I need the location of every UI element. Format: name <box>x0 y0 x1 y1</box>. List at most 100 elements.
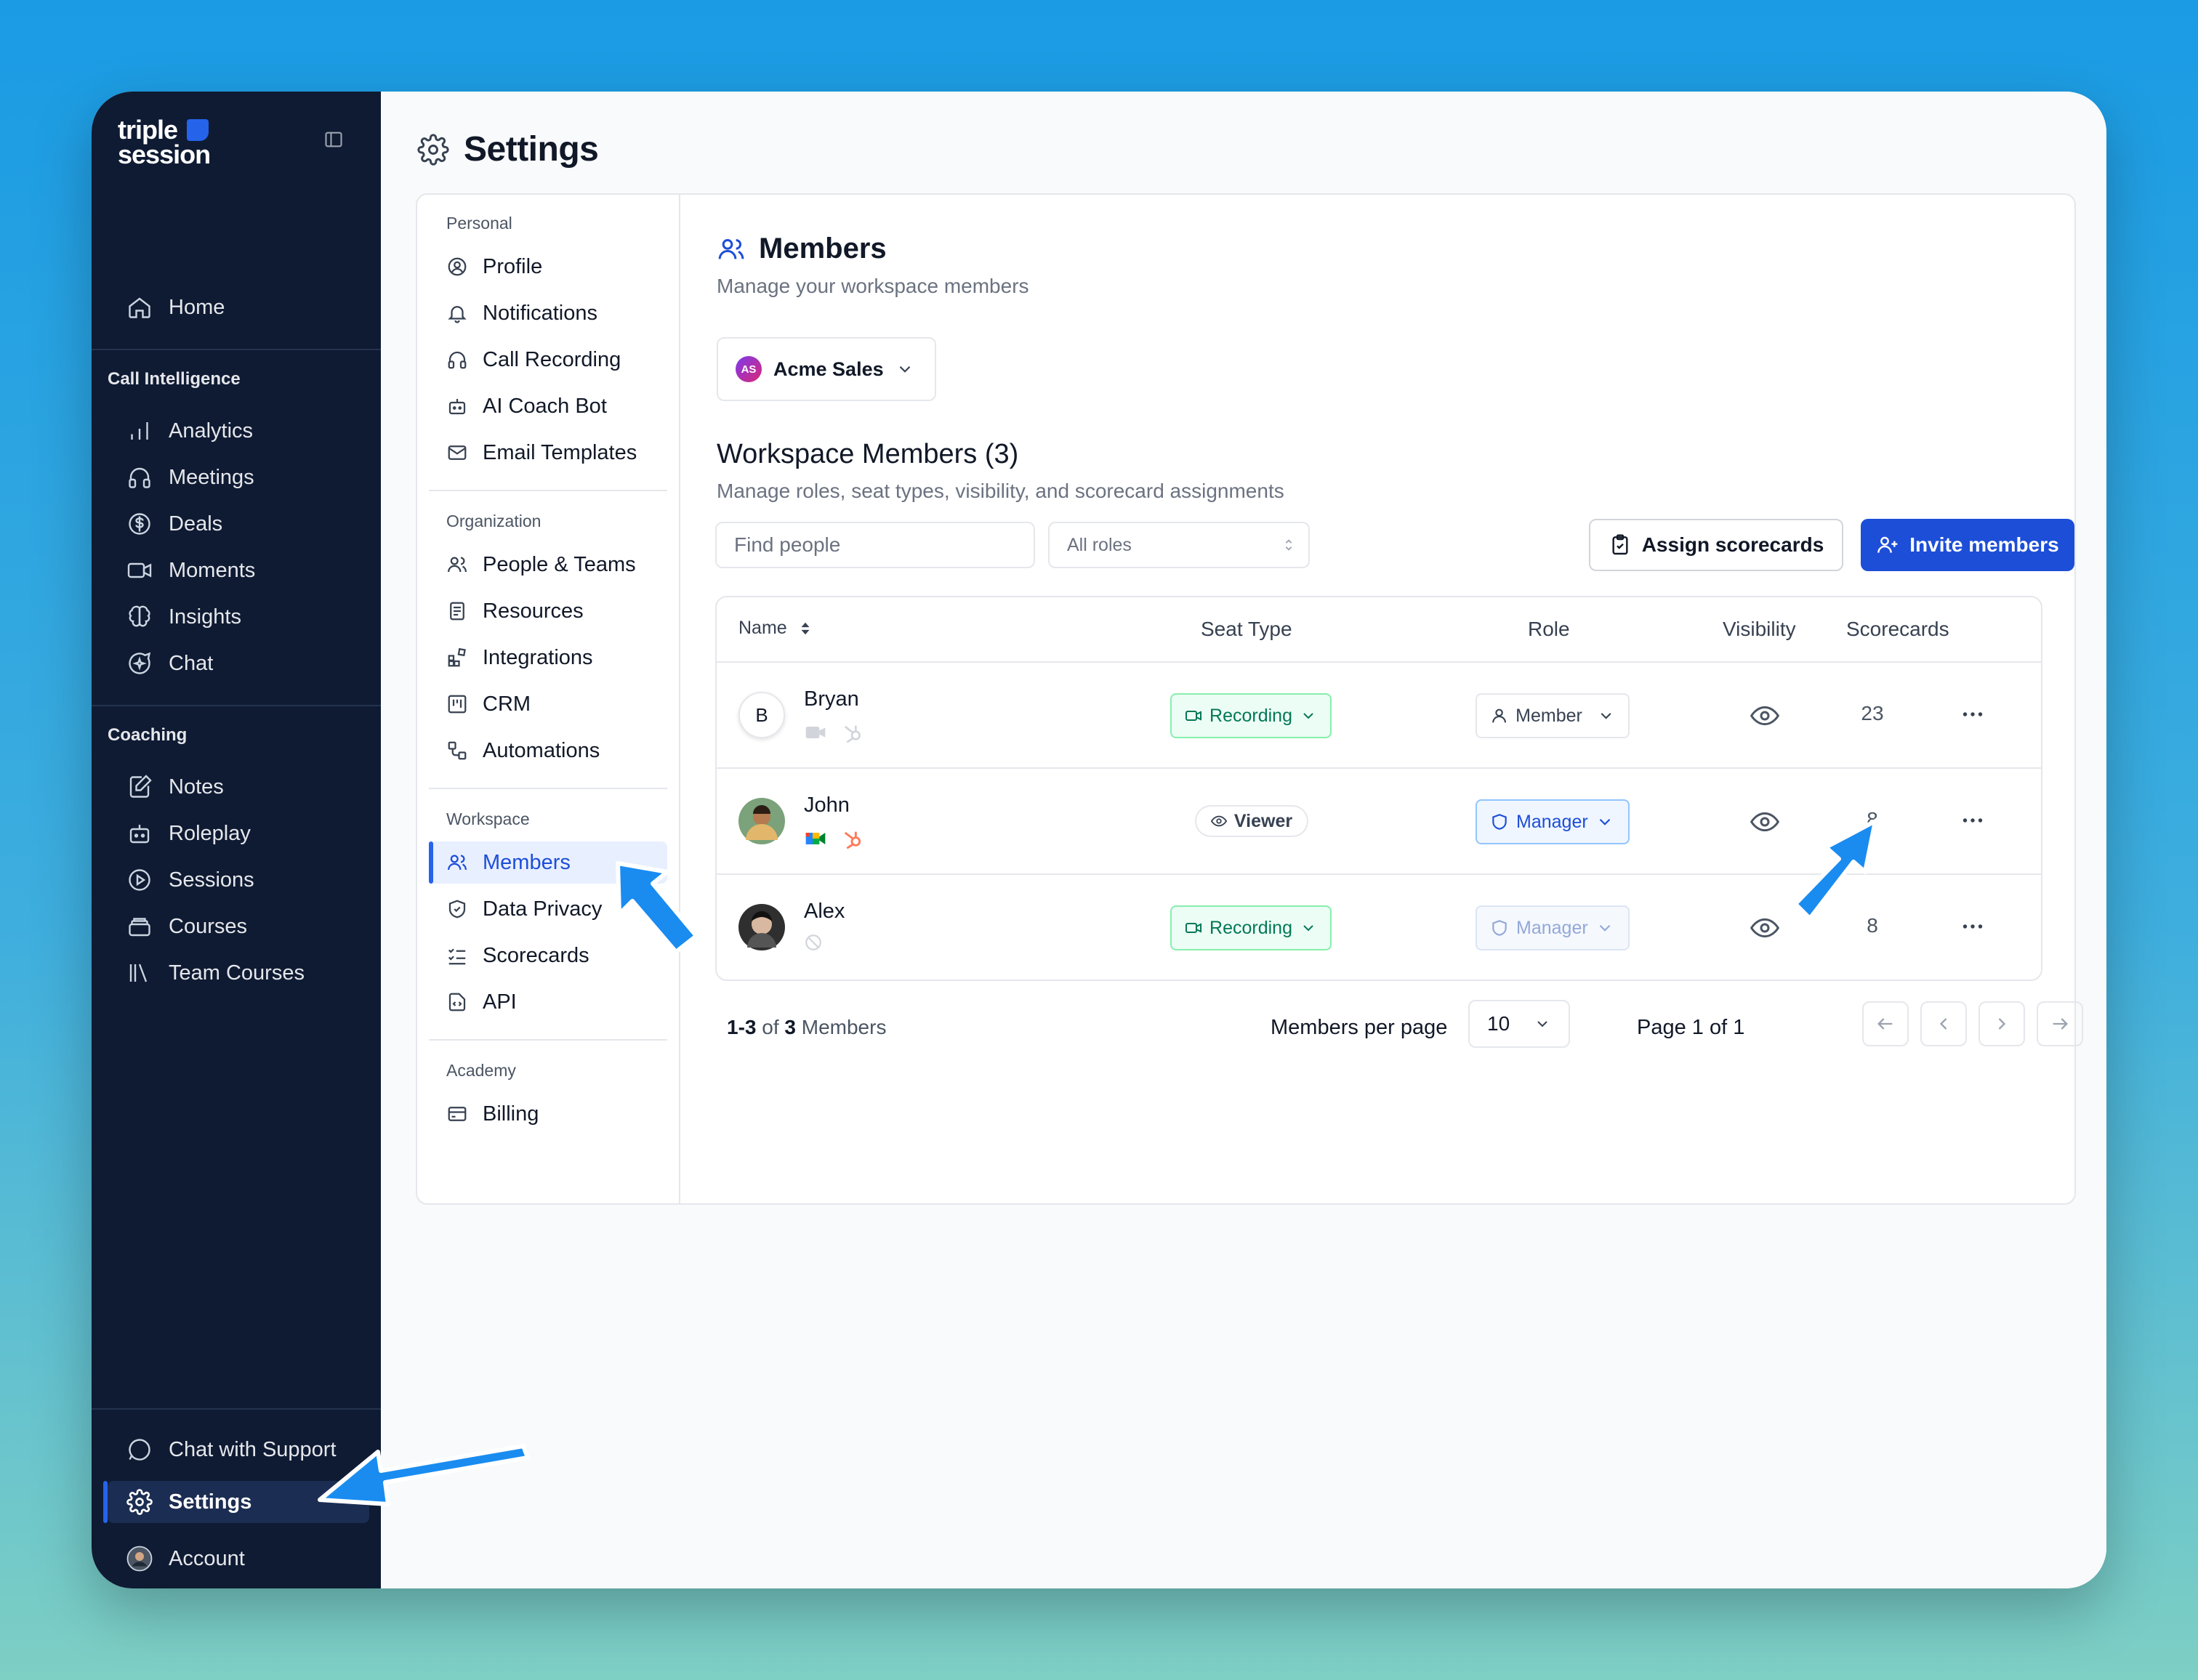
arrow-right-icon <box>2053 1018 2068 1030</box>
table-row[interactable]: B Bryan Recording Member 23 <box>717 663 2041 769</box>
user-icon <box>1492 708 1507 723</box>
sidebar-item-chat[interactable]: Chat <box>108 642 369 684</box>
last-page-button[interactable] <box>2037 1001 2083 1046</box>
sidebar-item-sessions[interactable]: Sessions <box>108 859 369 901</box>
chat-sparkle-icon <box>129 652 151 674</box>
member-name: John <box>804 793 850 817</box>
seat-type-dropdown[interactable]: Recording <box>1170 905 1332 950</box>
settings-divider <box>429 490 667 491</box>
sidebar-item-team-courses[interactable]: Team Courses <box>108 952 369 994</box>
prev-page-button[interactable] <box>1920 1001 1967 1046</box>
bar-chart-icon <box>131 422 148 440</box>
next-page-button[interactable] <box>1978 1001 2025 1046</box>
sidebar-item-chat-support[interactable]: Chat with Support <box>108 1429 369 1471</box>
main-area: Settings Personal Profile Notifications … <box>381 92 2106 1588</box>
find-people-field[interactable] <box>715 522 1035 568</box>
avatar: B <box>738 692 785 738</box>
members-content: Members Manage your workspace members AS… <box>680 195 2083 1203</box>
sidebar-item-settings[interactable]: Settings <box>103 1481 369 1523</box>
table-row[interactable]: Alex Recording Manager 8 <box>717 875 2041 980</box>
role-dropdown[interactable]: Member <box>1476 693 1630 738</box>
sidebar-item-label: Roleplay <box>169 821 251 845</box>
total-value: 3 <box>784 1016 796 1038</box>
more-horizontal-icon[interactable] <box>1960 703 1986 725</box>
workspace-name: Acme Sales <box>773 358 884 380</box>
first-page-button[interactable] <box>1862 1001 1909 1046</box>
settings-item-profile[interactable]: Profile <box>429 246 667 288</box>
sidebar-item-account[interactable]: Account <box>108 1538 369 1580</box>
sidebar-item-moments[interactable]: Moments <box>108 549 369 591</box>
per-page-value: 10 <box>1487 1012 1510 1035</box>
eye-icon[interactable] <box>1750 809 1779 834</box>
hubspot-icon <box>844 725 861 743</box>
settings-item-label: Automations <box>483 738 600 762</box>
sidebar-collapse-icon[interactable] <box>323 129 345 150</box>
document-icon <box>450 602 464 621</box>
bell-icon <box>448 306 467 323</box>
invite-members-button[interactable]: Invite members <box>1861 519 2074 571</box>
hubspot-icon <box>844 831 861 849</box>
sidebar-item-roleplay[interactable]: Roleplay <box>108 812 369 855</box>
settings-item-email-templates[interactable]: Email Templates <box>429 432 667 474</box>
settings-item-call-recording[interactable]: Call Recording <box>429 339 667 381</box>
role-filter-select[interactable]: All roles <box>1048 522 1310 568</box>
sidebar-section-call-intelligence: Call Intelligence <box>108 369 241 389</box>
logo-line-2: session <box>118 140 211 169</box>
video-icon <box>127 562 152 578</box>
sidebar-item-notes[interactable]: Notes <box>108 766 369 808</box>
sort-icon <box>801 622 810 634</box>
scorecard-count: 8 <box>1867 914 1878 937</box>
settings-item-resources[interactable]: Resources <box>429 590 667 632</box>
integrations <box>804 827 864 850</box>
settings-item-members[interactable]: Members <box>429 841 667 884</box>
settings-section-organization: Organization <box>446 512 542 530</box>
more-horizontal-icon[interactable] <box>1960 809 1986 831</box>
eye-icon[interactable] <box>1750 916 1779 940</box>
column-name-label: Name <box>738 618 787 638</box>
role-label: Manager <box>1516 811 1588 832</box>
table-row[interactable]: John Viewer Manager 8 <box>717 769 2041 875</box>
sidebar-item-meetings[interactable]: Meetings <box>108 456 369 498</box>
chevron-left-icon <box>1939 1018 1947 1030</box>
video-icon <box>1185 922 1202 934</box>
sidebar-item-analytics[interactable]: Analytics <box>108 410 369 452</box>
settings-nav: Personal Profile Notifications Call Reco… <box>417 195 680 1203</box>
settings-item-label: Call Recording <box>483 347 621 371</box>
settings-section-workspace: Workspace <box>446 809 530 828</box>
find-people-input[interactable] <box>734 533 1034 557</box>
settings-item-automations[interactable]: Automations <box>429 730 667 772</box>
settings-item-billing[interactable]: Billing <box>429 1093 667 1135</box>
seat-type-dropdown[interactable]: Recording <box>1170 693 1332 738</box>
role-dropdown[interactable]: Manager <box>1476 799 1630 844</box>
logo[interactable]: triple session <box>118 117 234 169</box>
sidebar: triple session Home Call Intelligence An… <box>92 92 381 1588</box>
workspace-select[interactable]: AS Acme Sales <box>717 337 936 401</box>
sidebar-item-insights[interactable]: Insights <box>108 596 369 638</box>
per-page-select[interactable]: 10 <box>1468 1000 1570 1048</box>
pagination-summary: 1-3 of 3 Members <box>727 1016 886 1039</box>
more-horizontal-icon[interactable] <box>1960 916 1986 937</box>
assign-scorecards-button[interactable]: Assign scorecards <box>1589 519 1843 571</box>
page-info: Page 1 of 1 <box>1637 1016 1745 1039</box>
seat-type-badge[interactable]: Viewer <box>1195 805 1308 837</box>
clipboard-check-icon <box>1612 534 1628 555</box>
role-dropdown-disabled: Manager <box>1476 905 1630 950</box>
settings-item-scorecards[interactable]: Scorecards <box>429 934 667 977</box>
sidebar-item-courses[interactable]: Courses <box>108 905 369 948</box>
sidebar-item-home[interactable]: Home <box>108 286 369 328</box>
settings-item-ai-coach-bot[interactable]: AI Coach Bot <box>429 385 667 427</box>
eye-icon[interactable] <box>1750 703 1779 728</box>
settings-item-crm[interactable]: CRM <box>429 683 667 725</box>
account-avatar-icon <box>126 1546 153 1572</box>
sidebar-item-label: Meetings <box>169 465 254 489</box>
settings-item-people-teams[interactable]: People & Teams <box>429 544 667 586</box>
integrations <box>804 721 864 744</box>
column-name[interactable]: Name <box>738 618 813 639</box>
sidebar-item-deals[interactable]: Deals <box>108 503 369 545</box>
seat-type-label: Viewer <box>1233 810 1293 831</box>
settings-item-api[interactable]: API <box>429 981 667 1023</box>
settings-item-integrations[interactable]: Integrations <box>429 637 667 679</box>
settings-item-notifications[interactable]: Notifications <box>429 292 667 334</box>
headphones-icon <box>129 467 150 488</box>
settings-item-data-privacy[interactable]: Data Privacy <box>429 888 667 930</box>
